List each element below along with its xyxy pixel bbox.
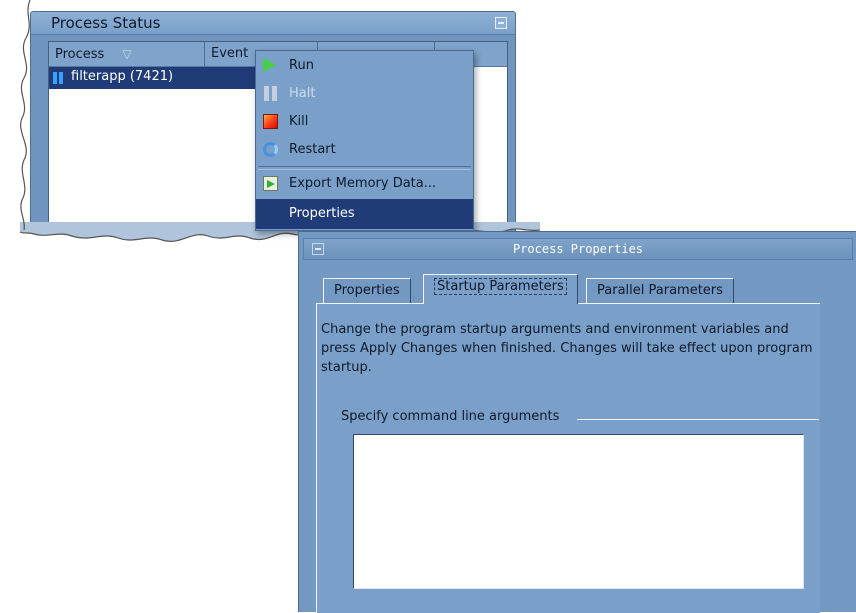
process-properties-dialog: Process Properties Properties Startup Pa… xyxy=(298,231,856,613)
process-properties-titlebar[interactable]: Process Properties xyxy=(303,238,853,260)
args-group-label: Specify command line arguments xyxy=(341,409,560,424)
process-status-title: Process Status xyxy=(51,14,161,32)
process-status-titlebar[interactable]: Process Status xyxy=(31,12,515,35)
column-header-process-label: Process xyxy=(55,47,105,62)
play-icon xyxy=(263,58,276,72)
menu-item-run-label: Run xyxy=(289,58,314,73)
tab-startup-parameters[interactable]: Startup Parameters xyxy=(423,274,578,304)
pause-icon xyxy=(263,86,278,101)
process-running-icon xyxy=(53,72,64,84)
refresh-icon xyxy=(263,142,278,157)
menu-item-kill[interactable]: Kill xyxy=(256,108,473,135)
process-name: filterapp (7421) xyxy=(71,69,174,84)
tab-parallel-parameters[interactable]: Parallel Parameters xyxy=(586,278,734,303)
window-menu-icon[interactable] xyxy=(495,17,507,29)
menu-item-export-label: Export Memory Data... xyxy=(289,176,437,191)
menu-item-halt-label: Halt xyxy=(289,86,316,101)
torn-edge-left-decoration xyxy=(20,0,31,230)
tab-properties-label: Properties xyxy=(334,283,400,298)
menu-item-restart-label: Restart xyxy=(289,142,336,157)
menu-item-properties[interactable]: Properties xyxy=(256,199,473,229)
process-context-menu: Run Halt Kill Restart Export Memory Data… xyxy=(255,50,474,231)
stop-icon xyxy=(263,114,278,129)
startup-description: Change the program startup arguments and… xyxy=(321,322,813,375)
tab-startup-parameters-label: Startup Parameters xyxy=(434,278,567,295)
menu-item-halt[interactable]: Halt xyxy=(256,80,473,107)
args-group-divider xyxy=(577,419,819,420)
column-header-event-label: Event xyxy=(211,46,249,61)
dialog-title: Process Properties xyxy=(512,242,644,256)
column-header-process[interactable]: Process ▽ xyxy=(49,42,205,66)
menu-item-kill-label: Kill xyxy=(289,114,309,129)
tab-properties[interactable]: Properties xyxy=(323,278,411,303)
menu-item-export-memory-data[interactable]: Export Memory Data... xyxy=(256,170,473,197)
sort-descending-icon[interactable]: ▽ xyxy=(122,42,131,66)
menu-item-properties-label: Properties xyxy=(289,206,355,221)
menu-item-run[interactable]: Run xyxy=(256,52,473,79)
table-row[interactable]: filterapp (7421) xyxy=(49,67,258,89)
tab-parallel-parameters-label: Parallel Parameters xyxy=(597,283,723,298)
menu-item-restart[interactable]: Restart xyxy=(256,136,473,163)
export-icon xyxy=(263,176,278,191)
command-line-args-input[interactable] xyxy=(353,434,804,589)
